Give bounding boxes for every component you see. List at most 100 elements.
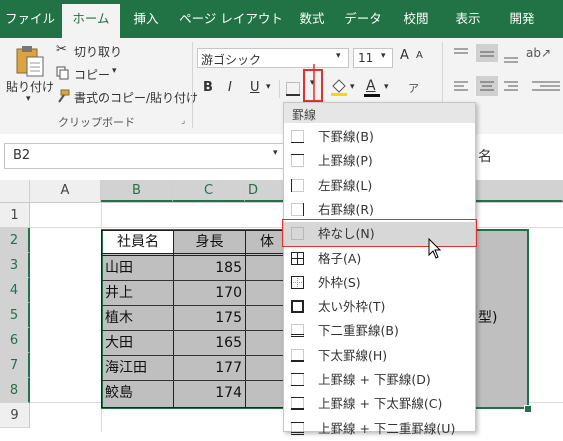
divider bbox=[279, 80, 280, 98]
chevron-down-icon: ▾ bbox=[384, 82, 389, 92]
tab-developer[interactable]: 開発 bbox=[500, 0, 544, 38]
fill-color-button[interactable]: ▾ bbox=[330, 78, 360, 100]
copy-button[interactable]: コピー ▾ bbox=[56, 65, 126, 83]
name-box-value: B2 bbox=[13, 148, 31, 163]
bold-button[interactable]: B bbox=[203, 80, 213, 95]
table-cell-height[interactable]: 174 bbox=[174, 381, 242, 406]
chevron-down-icon: ▾ bbox=[112, 66, 117, 76]
column-header-c[interactable]: C bbox=[173, 180, 245, 202]
phonetic-icon[interactable]: ア bbox=[408, 80, 419, 96]
underline-button[interactable]: U bbox=[250, 80, 260, 95]
table-cell-height[interactable]: 177 bbox=[174, 356, 242, 381]
table-header-cell[interactable]: 社員名 bbox=[103, 230, 173, 255]
row-header[interactable]: 8 bbox=[0, 378, 30, 403]
font-name-select[interactable]: 游ゴシック ▾ bbox=[197, 48, 349, 68]
orientation-icon[interactable]: ab↗ bbox=[526, 46, 551, 60]
menu-item-all-borders[interactable]: 格子(A) bbox=[284, 247, 475, 271]
format-painter-button[interactable]: 書式のコピー/貼り付け bbox=[56, 88, 198, 106]
borders-button[interactable] bbox=[284, 78, 302, 100]
bottom-double-border-icon bbox=[291, 324, 304, 338]
font-size-select[interactable]: 11 ▾ bbox=[353, 48, 393, 68]
paint-bucket-icon bbox=[331, 79, 347, 96]
menu-item-top-bottom-border[interactable]: 上罫線 + 下罫線(D) bbox=[284, 368, 475, 392]
menu-item-label: 上罫線 + 下二重罫線(U) bbox=[318, 420, 456, 436]
row-header[interactable]: 2 bbox=[0, 228, 30, 253]
table-cell-name[interactable]: 井上 bbox=[105, 281, 171, 306]
borders-dropdown-menu: 罫線 下罫線(B) 上罫線(P) 左罫線(L) 右罫線(R) 枠なし(N) 格子(A) 外枠… bbox=[283, 102, 476, 436]
table-cell-partial[interactable]: 型) bbox=[478, 306, 518, 331]
font-color-button[interactable]: A ▾ bbox=[364, 78, 394, 100]
row-header[interactable]: 4 bbox=[0, 278, 30, 303]
column-header-a[interactable]: A bbox=[30, 180, 101, 202]
italic-button[interactable]: I bbox=[228, 80, 232, 95]
menu-item-bottom-double-border[interactable]: 下二重罫線(B) bbox=[284, 319, 475, 343]
fill-handle[interactable] bbox=[524, 405, 532, 413]
table-cell-name[interactable]: 鮫島 bbox=[105, 381, 171, 406]
ribbon: 貼り付け ▾ ✂ 切り取り コピー ▾ 書式のコピー/貼り付け クリップボード … bbox=[0, 38, 563, 135]
table-cell-height[interactable]: 165 bbox=[174, 331, 242, 356]
font-color-swatch bbox=[364, 94, 380, 97]
row-header[interactable]: 7 bbox=[0, 353, 30, 378]
menu-item-label: 上罫線 + 下罫線(D) bbox=[318, 372, 431, 387]
menu-item-thick-bottom-border[interactable]: 下太罫線(H) bbox=[284, 344, 475, 368]
menu-item-border-left[interactable]: 左罫線(L) bbox=[284, 174, 475, 198]
dialog-launcher-icon[interactable]: ⌟ bbox=[181, 116, 185, 126]
table-cell-height[interactable]: 170 bbox=[174, 281, 242, 306]
tab-view[interactable]: 表示 bbox=[446, 0, 490, 38]
menu-item-top-thick-bottom-border[interactable]: 上罫線 + 下太罫線(C) bbox=[284, 392, 475, 416]
table-cell-height[interactable]: 175 bbox=[174, 306, 242, 331]
tab-home[interactable]: ホーム bbox=[62, 4, 120, 38]
menu-item-label: 下罫線(B) bbox=[318, 129, 374, 144]
font-color-glyph: A bbox=[366, 78, 376, 94]
paste-button[interactable]: 貼り付け ▾ bbox=[6, 42, 54, 112]
chevron-down-icon: ▾ bbox=[273, 148, 278, 158]
menu-item-top-double-bottom-border[interactable]: 上罫線 + 下二重罫線(U) bbox=[284, 417, 475, 441]
column-header-d[interactable]: D bbox=[245, 180, 285, 202]
cut-button[interactable]: ✂ 切り取り bbox=[56, 42, 126, 60]
table-cell-name[interactable]: 大田 bbox=[105, 331, 171, 356]
thick-outside-borders-icon bbox=[291, 300, 304, 314]
row-header[interactable]: 5 bbox=[0, 303, 30, 328]
row-header[interactable]: 9 bbox=[0, 403, 30, 428]
menu-item-outside-borders[interactable]: 外枠(S) bbox=[284, 271, 475, 295]
menu-item-label: 下太罫線(H) bbox=[318, 347, 388, 363]
row-header[interactable]: 3 bbox=[0, 253, 30, 278]
increase-font-icon[interactable]: A bbox=[400, 48, 409, 63]
format-painter-icon bbox=[58, 89, 70, 103]
menu-item-border-bottom[interactable]: 下罫線(B) bbox=[284, 125, 475, 149]
column-header-partial[interactable] bbox=[476, 180, 563, 202]
row-header[interactable]: 1 bbox=[0, 203, 30, 228]
chevron-down-icon: ▾ bbox=[266, 82, 271, 92]
scissors-icon: ✂ bbox=[56, 42, 67, 57]
group-divider bbox=[192, 42, 193, 128]
table-cell-name[interactable]: 植木 bbox=[105, 306, 171, 331]
tab-page-layout[interactable]: ページ レイアウト bbox=[176, 0, 286, 38]
tab-review[interactable]: 校閲 bbox=[394, 0, 438, 38]
name-box[interactable]: B2 ▾ bbox=[4, 143, 288, 169]
top-double-bottom-border-icon bbox=[291, 421, 304, 435]
menu-item-border-top[interactable]: 上罫線(P) bbox=[284, 149, 475, 173]
select-all-corner[interactable] bbox=[0, 180, 30, 202]
tab-data[interactable]: データ bbox=[338, 0, 388, 38]
menu-item-thick-outside-borders[interactable]: 太い外枠(T) bbox=[284, 295, 475, 319]
format-painter-label: 書式のコピー/貼り付け bbox=[74, 91, 199, 105]
tab-formulas[interactable]: 数式 bbox=[290, 0, 334, 38]
table-header-cell[interactable]: 身長 bbox=[174, 230, 245, 255]
paste-label: 貼り付け bbox=[6, 80, 55, 94]
tab-file[interactable]: ファイル bbox=[0, 0, 60, 38]
row-header[interactable]: 6 bbox=[0, 328, 30, 353]
top-thick-bottom-border-icon bbox=[291, 397, 304, 411]
tab-insert[interactable]: 挿入 bbox=[124, 0, 168, 38]
decrease-font-icon[interactable]: A bbox=[416, 50, 423, 61]
all-borders-icon bbox=[291, 251, 304, 265]
menu-section-label: 罫線 bbox=[292, 108, 317, 122]
border-left-icon bbox=[291, 178, 304, 192]
table-cell-name[interactable]: 海江田 bbox=[105, 356, 171, 381]
table-cell-height[interactable]: 185 bbox=[174, 256, 242, 281]
chevron-down-icon: ▾ bbox=[336, 51, 341, 61]
table-cell-name[interactable]: 山田 bbox=[105, 256, 171, 281]
thick-bottom-border-icon bbox=[291, 348, 304, 362]
menu-item-label: 外枠(S) bbox=[318, 274, 361, 290]
menu-section-header: 罫線 bbox=[284, 103, 475, 123]
column-header-b[interactable]: B bbox=[101, 180, 173, 202]
